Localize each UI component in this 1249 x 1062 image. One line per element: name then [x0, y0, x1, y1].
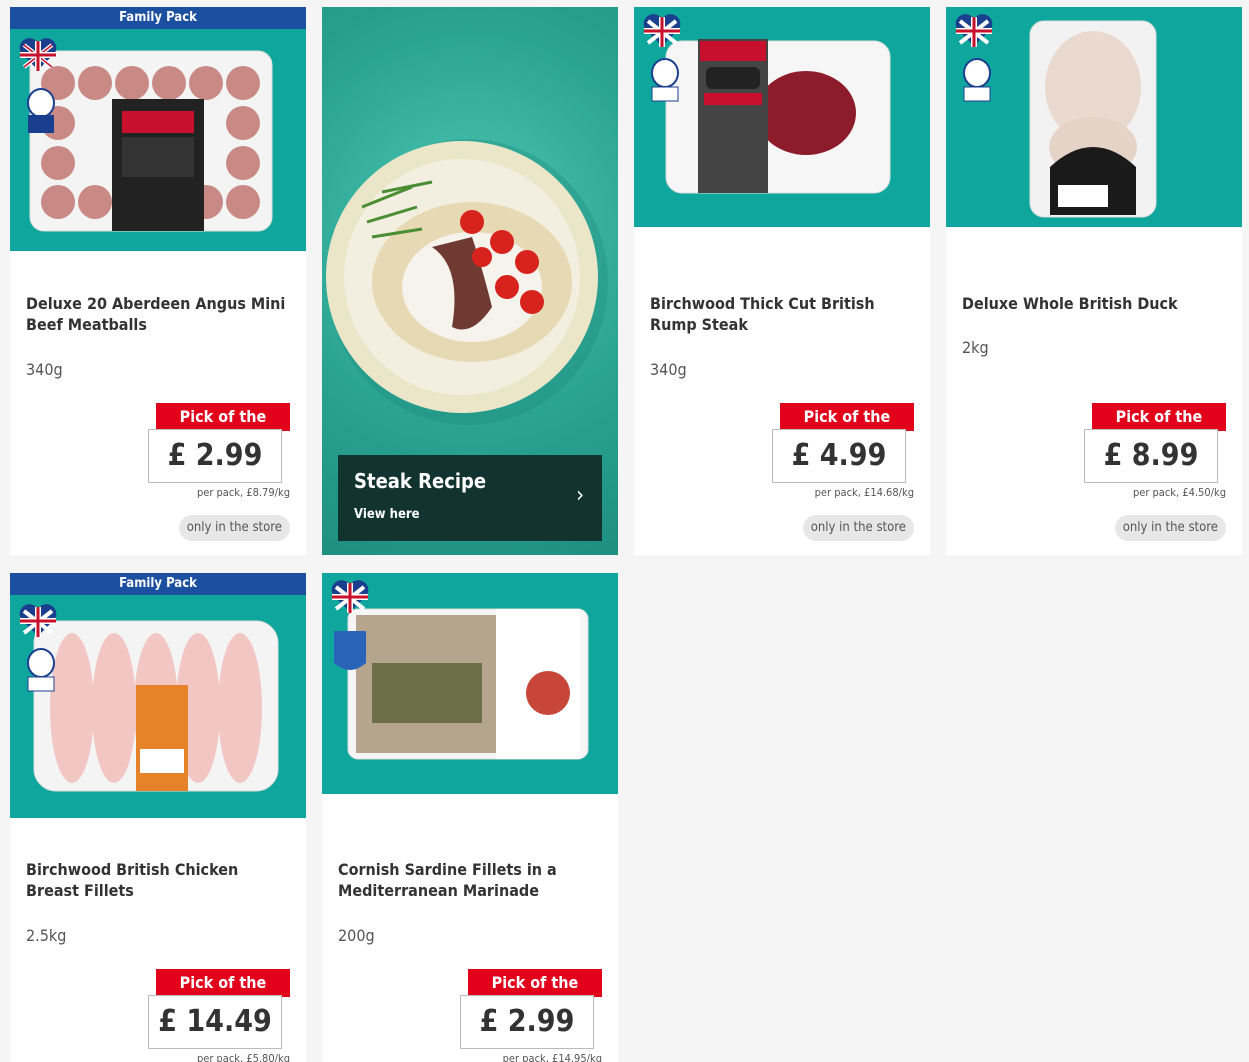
red-tractor-badge-icon: [651, 58, 679, 102]
chevron-right-icon: ›: [576, 483, 584, 508]
product-title[interactable]: Birchwood Thick Cut British Rump Steak: [650, 293, 920, 335]
unit-price: per pack, £4.50/kg: [1132, 486, 1226, 499]
availability-pill: only in the store: [178, 515, 290, 541]
red-tractor-beef-badge-icon: [27, 88, 55, 133]
uk-heart-flag-icon: [955, 14, 993, 47]
family-pack-banner: Family Pack: [10, 7, 306, 29]
availability-pill: only in the store: [802, 515, 914, 541]
recipe-card[interactable]: Steak Recipe View here ›: [322, 7, 618, 555]
product-weight: 340g: [26, 360, 63, 379]
price: £ 4.99: [772, 429, 906, 483]
unit-price: per pack, £14.68/kg: [814, 486, 914, 499]
product-title[interactable]: Cornish Sardine Fillets in a Mediterrane…: [338, 859, 608, 901]
price: £ 14.49: [148, 995, 282, 1049]
red-tractor-badge-icon: [27, 648, 55, 692]
pick-of-the-week-badge: Pick of the Week: [780, 403, 914, 454]
product-card[interactable]: Cornish Sardine Fillets in a Mediterrane…: [322, 573, 618, 1062]
product-title[interactable]: Deluxe Whole British Duck: [962, 293, 1232, 314]
availability-pill: only in the store: [1114, 515, 1226, 541]
pick-of-the-week-badge: Pick of the Week: [468, 969, 602, 1020]
product-card[interactable]: Family Pack Birchwood British Chicken Br…: [10, 573, 306, 1062]
recipe-link-text: View here: [354, 507, 420, 522]
red-tractor-badge-icon: [963, 58, 991, 102]
recipe-cta[interactable]: Steak Recipe View here ›: [338, 455, 602, 541]
product-card[interactable]: Birchwood Thick Cut British Rump Steak 3…: [634, 7, 930, 555]
product-card[interactable]: Family Pack Deluxe 20 Aberdeen Angus Min…: [10, 7, 306, 555]
unit-price: per pack, £14.95/kg: [502, 1052, 602, 1062]
pick-of-the-week-badge: Pick of the Week: [156, 969, 290, 1020]
recipe-title: Steak Recipe: [354, 469, 487, 493]
pick-of-the-week-badge: Pick of the Week: [156, 403, 290, 454]
msc-certified-badge-icon: [334, 631, 366, 670]
price: £ 8.99: [1084, 429, 1218, 483]
price: £ 2.99: [148, 429, 282, 483]
product-weight: 340g: [650, 360, 687, 379]
product-title[interactable]: Deluxe 20 Aberdeen Angus Mini Beef Meatb…: [26, 293, 296, 335]
product-weight: 2.5kg: [26, 926, 67, 945]
uk-heart-flag-icon: [19, 604, 57, 637]
product-weight: 200g: [338, 926, 375, 945]
family-pack-banner: Family Pack: [10, 573, 306, 595]
product-grid: Family Pack Deluxe 20 Aberdeen Angus Min…: [0, 0, 1249, 1062]
product-title[interactable]: Birchwood British Chicken Breast Fillets: [26, 859, 296, 901]
product-card[interactable]: Deluxe Whole British Duck 2kg Pick of th…: [946, 7, 1242, 555]
uk-heart-flag-icon: [19, 38, 57, 71]
pick-of-the-week-badge: Pick of the Week: [1092, 403, 1226, 454]
product-weight: 2kg: [962, 338, 989, 357]
uk-heart-flag-icon: [643, 14, 681, 47]
unit-price: per pack, £5.80/kg: [196, 1052, 290, 1062]
price: £ 2.99: [460, 995, 594, 1049]
unit-price: per pack, £8.79/kg: [196, 486, 290, 499]
uk-heart-flag-icon: [331, 580, 369, 613]
